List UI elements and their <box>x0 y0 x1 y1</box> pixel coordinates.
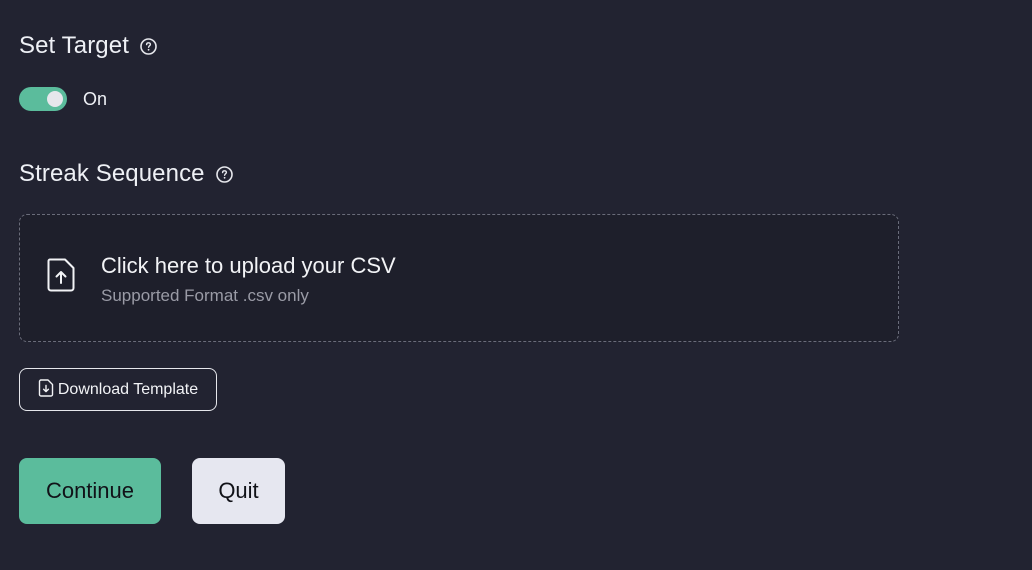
toggle-state-label: On <box>83 88 108 109</box>
streak-sequence-title: Streak Sequence <box>19 160 205 187</box>
upload-title: Click here to upload your CSV <box>101 253 396 278</box>
set-target-heading: Set Target <box>19 32 157 60</box>
set-target-help-icon[interactable] <box>140 37 157 55</box>
set-target-title: Set Target <box>19 32 129 59</box>
download-template-button[interactable]: Download Template <box>19 368 217 411</box>
download-template-label: Download Template <box>57 380 199 398</box>
streak-settings-page: Set Target On Streak Sequence Click here… <box>0 0 1032 570</box>
quit-button[interactable]: Quit <box>192 458 285 524</box>
set-target-toggle[interactable] <box>19 87 67 111</box>
quit-label: Quit <box>218 478 259 503</box>
file-upload-icon <box>46 257 76 293</box>
set-target-toggle-row: On <box>19 87 107 111</box>
upload-format-hint: Supported Format .csv only <box>101 286 309 305</box>
csv-upload-dropzone[interactable]: Click here to upload your CSV Supported … <box>19 214 899 342</box>
file-download-icon <box>38 378 54 397</box>
continue-label: Continue <box>45 478 135 503</box>
streak-sequence-help-icon[interactable] <box>215 165 233 183</box>
streak-sequence-heading: Streak Sequence <box>19 160 233 188</box>
toggle-knob <box>47 91 63 107</box>
continue-button[interactable]: Continue <box>19 458 161 524</box>
